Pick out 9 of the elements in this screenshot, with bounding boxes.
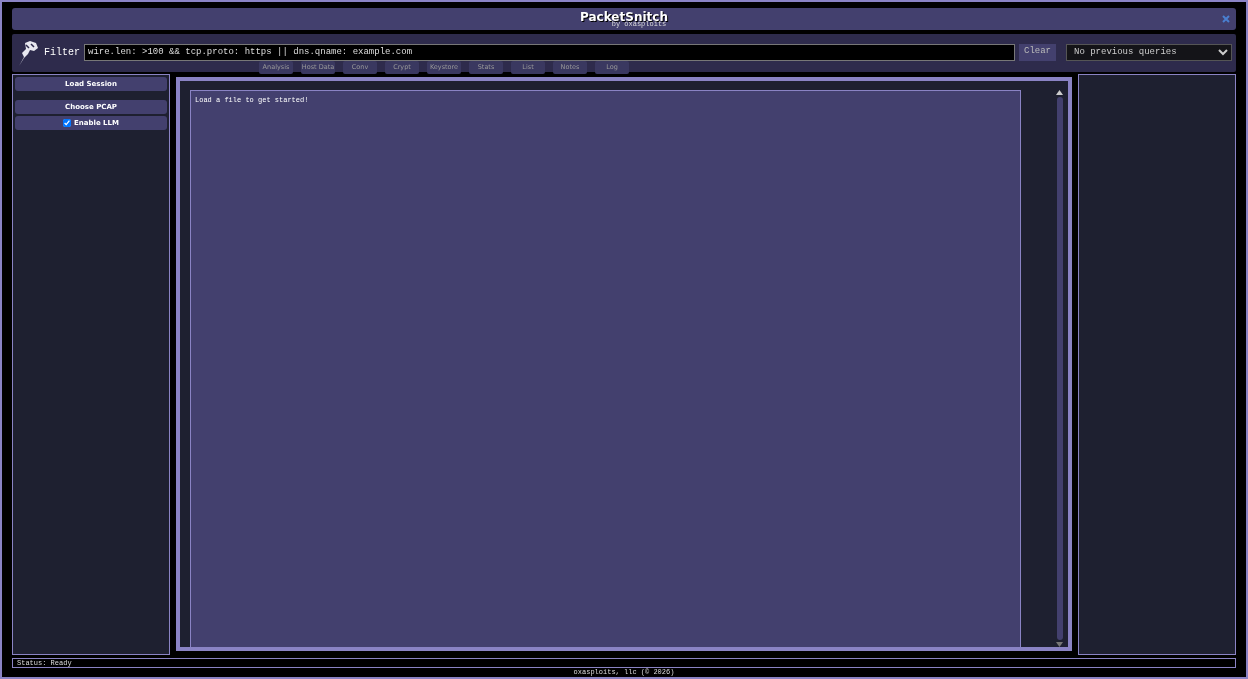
checkbox[interactable]: [63, 119, 71, 127]
filter-label: Filter: [44, 45, 80, 60]
history-dropdown[interactable]: No previous queries: [1066, 43, 1232, 61]
scrollbar[interactable]: [1055, 90, 1064, 647]
clear-button[interactable]: Clear: [1019, 43, 1056, 61]
scroll-down-icon: [1056, 642, 1063, 647]
close-icon: [1222, 14, 1230, 23]
scroll-up-icon: [1056, 90, 1063, 95]
filter-field[interactable]: wire.len: >100 && tcp.proto: https || dns.qname: example.com: [84, 43, 1015, 61]
